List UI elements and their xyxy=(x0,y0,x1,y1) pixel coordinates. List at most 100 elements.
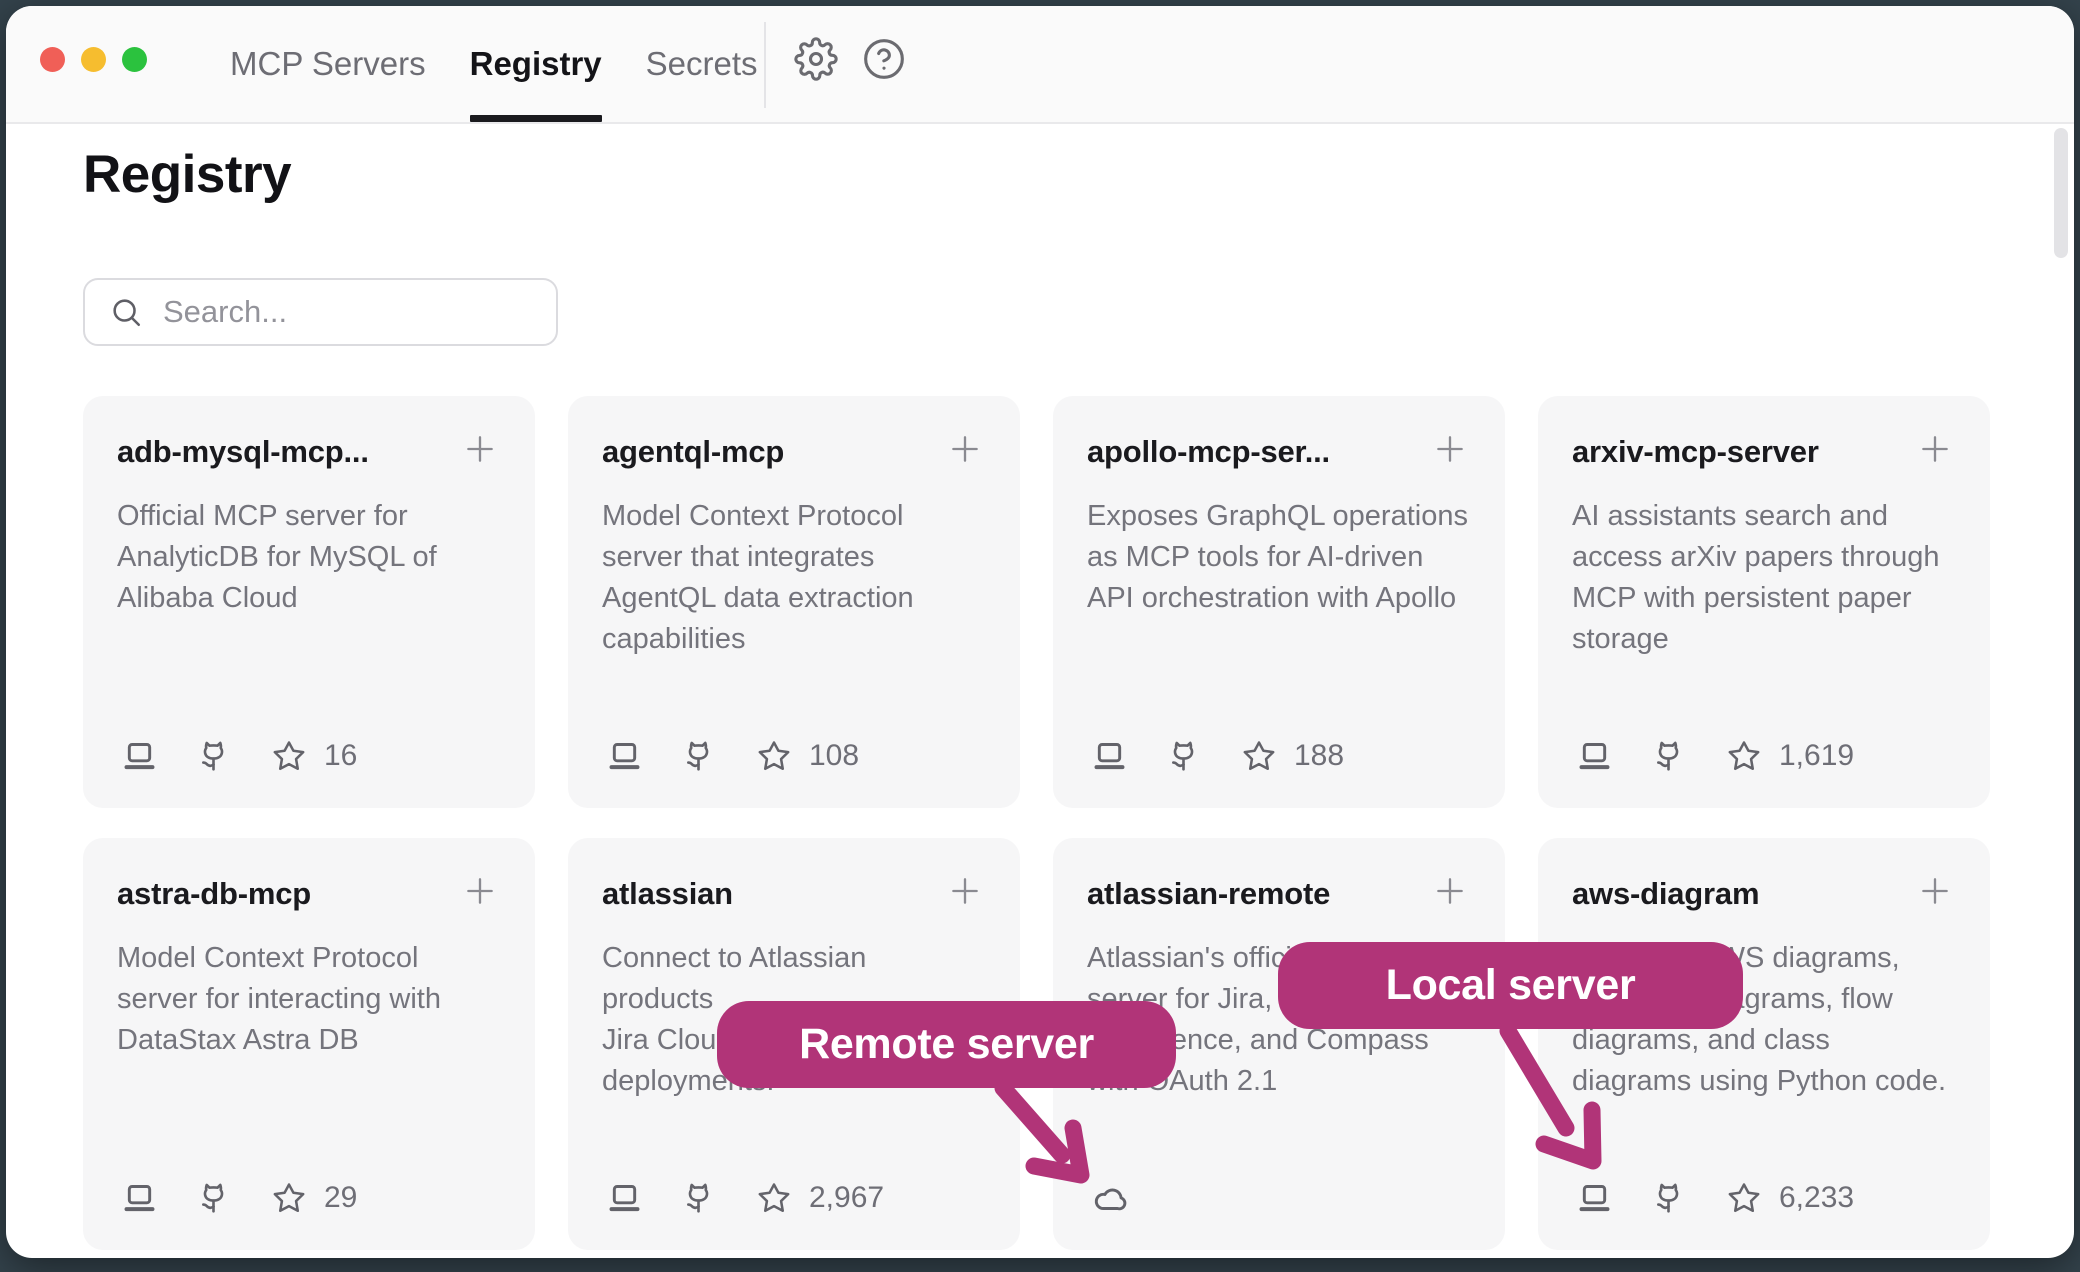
add-server-button[interactable] xyxy=(1429,428,1471,470)
close-window-button[interactable] xyxy=(40,47,65,72)
local-server-icon xyxy=(604,736,644,776)
server-card-description-line: server that integrates xyxy=(602,537,986,578)
server-card-footer: 2,967 xyxy=(604,1178,884,1218)
server-card[interactable]: aws-diagram Generate AWS diagrams,sequen… xyxy=(1538,838,1990,1250)
server-card-title: atlassian xyxy=(602,868,733,912)
server-card[interactable]: astra-db-mcp Model Context Protocolserve… xyxy=(83,838,535,1250)
server-card-description-line: as MCP tools for AI-driven xyxy=(1087,537,1471,578)
registry-card-grid: adb-mysql-mcp... Official MCP server for… xyxy=(83,396,1990,1250)
search-box xyxy=(83,278,558,346)
server-card-footer: 108 xyxy=(604,736,859,776)
app-window: MCP Servers Registry Secrets Registry xyxy=(6,6,2074,1258)
star-count-group: 1,619 xyxy=(1724,736,1854,776)
server-card-description: Model Context Protocolserver that integr… xyxy=(602,496,986,660)
search-icon xyxy=(109,295,143,329)
star-icon xyxy=(1724,1178,1764,1218)
star-count: 108 xyxy=(809,739,859,773)
star-count-group: 6,233 xyxy=(1724,1178,1854,1218)
minimize-window-button[interactable] xyxy=(81,47,106,72)
plus-icon xyxy=(460,871,500,911)
star-count: 16 xyxy=(324,739,357,773)
star-count-group: 16 xyxy=(269,736,357,776)
page-title: Registry xyxy=(83,144,291,205)
settings-gear-icon[interactable] xyxy=(793,36,839,82)
star-count: 2,967 xyxy=(809,1181,884,1215)
local-server-icon xyxy=(1574,736,1614,776)
server-card-description-line: diagrams using Python code. xyxy=(1572,1061,1956,1102)
server-card-description-line: API orchestration with Apollo xyxy=(1087,578,1471,619)
star-icon xyxy=(269,1178,309,1218)
github-icon xyxy=(1648,736,1688,776)
github-icon xyxy=(193,736,233,776)
server-card-description-line: AI assistants search and xyxy=(1572,496,1956,537)
server-card[interactable]: arxiv-mcp-server AI assistants search an… xyxy=(1538,396,1990,808)
github-icon xyxy=(1163,736,1203,776)
server-card-title: astra-db-mcp xyxy=(117,868,311,912)
local-server-callout-label: Local server xyxy=(1386,961,1636,1010)
remote-server-callout-label: Remote server xyxy=(799,1020,1094,1069)
help-icon[interactable] xyxy=(861,36,907,82)
remote-server-icon xyxy=(1089,1178,1129,1218)
add-server-button[interactable] xyxy=(1914,428,1956,470)
server-card-footer: 16 xyxy=(119,736,357,776)
add-server-button[interactable] xyxy=(944,428,986,470)
add-server-button[interactable] xyxy=(1914,870,1956,912)
server-card-footer: 1,619 xyxy=(1574,736,1854,776)
server-card[interactable]: agentql-mcp Model Context Protocolserver… xyxy=(568,396,1020,808)
server-card-description-line: Official MCP server for xyxy=(117,496,501,537)
plus-icon xyxy=(945,871,985,911)
server-card-description-line: storage xyxy=(1572,619,1956,660)
star-count: 29 xyxy=(324,1181,357,1215)
search-input[interactable] xyxy=(161,293,525,331)
remote-server-callout: Remote server xyxy=(717,1001,1176,1088)
server-card-footer: 188 xyxy=(1089,736,1344,776)
star-count: 188 xyxy=(1294,739,1344,773)
plus-icon xyxy=(1430,429,1470,469)
server-card-footer: 6,233 xyxy=(1574,1178,1854,1218)
server-card-title: aws-diagram xyxy=(1572,868,1759,912)
star-count-group: 188 xyxy=(1239,736,1344,776)
star-count-group: 108 xyxy=(754,736,859,776)
add-server-button[interactable] xyxy=(944,870,986,912)
plus-icon xyxy=(460,429,500,469)
plus-icon xyxy=(945,429,985,469)
tab-registry[interactable]: Registry xyxy=(470,6,602,122)
star-icon xyxy=(269,736,309,776)
server-card-title: atlassian-remote xyxy=(1087,868,1330,912)
local-server-icon xyxy=(119,736,159,776)
server-card[interactable]: adb-mysql-mcp... Official MCP server for… xyxy=(83,396,535,808)
tab-secrets[interactable]: Secrets xyxy=(646,6,758,122)
server-card-description-line: access arXiv papers through xyxy=(1572,537,1956,578)
local-server-icon xyxy=(1574,1178,1614,1218)
tab-mcp-servers[interactable]: MCP Servers xyxy=(230,6,426,122)
local-server-callout: Local server xyxy=(1278,942,1743,1029)
server-card-description-line: DataStax Astra DB xyxy=(117,1020,501,1061)
star-count: 1,619 xyxy=(1779,739,1854,773)
add-server-button[interactable] xyxy=(1429,870,1471,912)
nav-tabs: MCP Servers Registry Secrets xyxy=(230,6,758,122)
server-card-description: Official MCP server forAnalyticDB for My… xyxy=(117,496,501,619)
star-icon xyxy=(754,1178,794,1218)
plus-icon xyxy=(1430,871,1470,911)
star-count-group: 2,967 xyxy=(754,1178,884,1218)
star-icon xyxy=(1724,736,1764,776)
server-card-description-line: AnalyticDB for MySQL of xyxy=(117,537,501,578)
server-card-description: Exposes GraphQL operationsas MCP tools f… xyxy=(1087,496,1471,619)
zoom-window-button[interactable] xyxy=(122,47,147,72)
star-icon xyxy=(754,736,794,776)
server-card-description-line: AgentQL data extraction xyxy=(602,578,986,619)
server-card-title: adb-mysql-mcp... xyxy=(117,426,369,470)
add-server-button[interactable] xyxy=(459,870,501,912)
titlebar: MCP Servers Registry Secrets xyxy=(6,6,2074,124)
github-icon xyxy=(678,1178,718,1218)
local-server-icon xyxy=(1089,736,1129,776)
add-server-button[interactable] xyxy=(459,428,501,470)
star-count: 6,233 xyxy=(1779,1181,1854,1215)
plus-icon xyxy=(1915,871,1955,911)
server-card[interactable]: apollo-mcp-ser... Exposes GraphQL operat… xyxy=(1053,396,1505,808)
server-card-description: Model Context Protocolserver for interac… xyxy=(117,938,501,1061)
star-icon xyxy=(1239,736,1279,776)
github-icon xyxy=(678,736,718,776)
scrollbar-thumb[interactable] xyxy=(2054,128,2068,258)
server-card-description-line: Model Context Protocol xyxy=(117,938,501,979)
